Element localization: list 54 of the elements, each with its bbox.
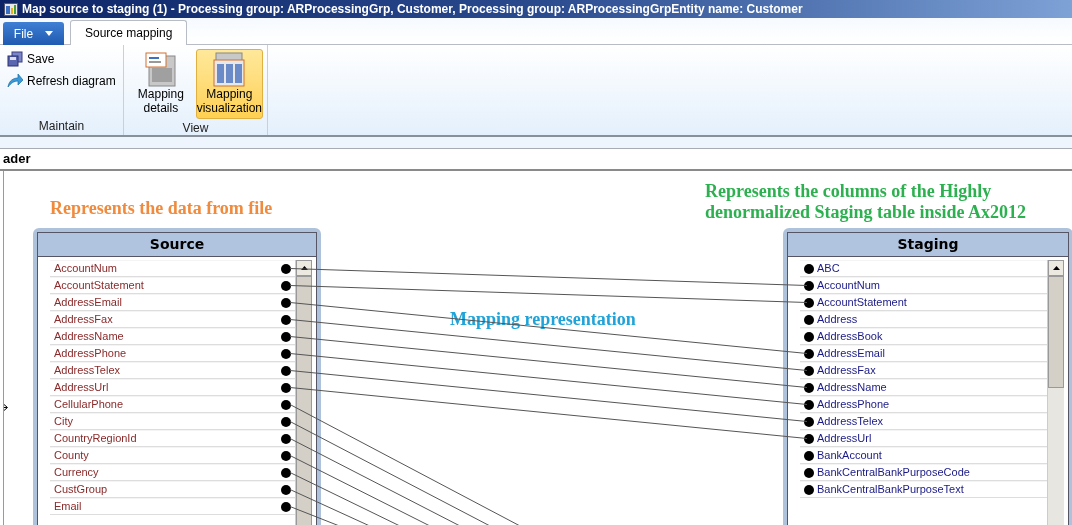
- caret-icon: [45, 31, 54, 36]
- disk-icon: [7, 51, 23, 67]
- field-row[interactable]: BankCentralBankPurposeCode: [800, 464, 1047, 481]
- panel-title: Source: [37, 232, 317, 257]
- ribbon-button[interactable]: Refresh diagram: [4, 71, 119, 91]
- field-row[interactable]: AddressBook: [800, 328, 1047, 345]
- group-label: View: [181, 120, 210, 137]
- panel-title: Staging: [787, 232, 1069, 257]
- file-menu-button[interactable]: File: [3, 22, 64, 45]
- field-row[interactable]: AddressEmail: [800, 345, 1047, 362]
- field-row[interactable]: City: [50, 413, 295, 430]
- section-header: ader: [0, 149, 1072, 171]
- annotation-text: Represents the columns of the Highly denormalized Staging table inside Ax2012: [705, 181, 1028, 223]
- field-row[interactable]: County: [50, 447, 295, 464]
- ribbon-tab[interactable]: Source mapping: [70, 20, 188, 45]
- field-row[interactable]: AddressName: [800, 379, 1047, 396]
- field-row[interactable]: AddressFax: [50, 311, 295, 328]
- field-row[interactable]: AccountNum: [800, 277, 1047, 294]
- annotation-text: Mapping representation: [450, 308, 636, 331]
- field-row[interactable]: AddressEmail: [50, 294, 295, 311]
- field-row[interactable]: BankAccount: [800, 447, 1047, 464]
- field-row[interactable]: AccountStatement: [50, 277, 295, 294]
- field-row[interactable]: AddressUrl: [800, 430, 1047, 447]
- annotation-text: Represents the data from file: [50, 197, 273, 220]
- scrollbar[interactable]: [295, 260, 312, 525]
- arrow-up-icon: [300, 266, 308, 270]
- field-row[interactable]: AddressName: [50, 328, 295, 345]
- field-row[interactable]: AddressUrl: [50, 379, 295, 396]
- field-row[interactable]: AddressFax: [800, 362, 1047, 379]
- field-row[interactable]: Email: [50, 498, 295, 515]
- field-row[interactable]: CountryRegionId: [50, 430, 295, 447]
- field-row[interactable]: Address: [800, 311, 1047, 328]
- document-icon: [143, 52, 178, 87]
- field-row[interactable]: Currency: [50, 464, 295, 481]
- scrollbar[interactable]: [1047, 260, 1064, 525]
- ribbon-button[interactable]: Save: [4, 49, 119, 69]
- field-row[interactable]: AccountStatement: [800, 294, 1047, 311]
- field-row[interactable]: CellularPhone: [50, 396, 295, 413]
- window-title-text: Map source to staging (1) - Processing group: ARProcessingGrp, Customer, Processing group: ARProcessingGrpEntity name: Customer: [22, 1, 803, 18]
- field-row[interactable]: AddressPhone: [50, 345, 295, 362]
- field-row[interactable]: AccountNum: [50, 260, 295, 277]
- arrow-up-icon: [1052, 266, 1060, 270]
- field-row[interactable]: AddressPhone: [800, 396, 1047, 413]
- table-icon: [212, 52, 247, 87]
- field-row[interactable]: ABC: [800, 260, 1047, 277]
- ribbon-button[interactable]: Mapping visualization: [195, 49, 263, 119]
- field-row[interactable]: AddressTelex: [50, 362, 295, 379]
- arrow-icon: [7, 73, 23, 89]
- group-label: Maintain: [37, 118, 86, 135]
- field-row[interactable]: CustGroup: [50, 481, 295, 498]
- field-row[interactable]: AddressTelex: [800, 413, 1047, 430]
- field-row[interactable]: BankCentralBankPurposeText: [800, 481, 1047, 498]
- app-icon: [4, 2, 18, 16]
- ribbon-button[interactable]: Mapping details: [128, 49, 194, 119]
